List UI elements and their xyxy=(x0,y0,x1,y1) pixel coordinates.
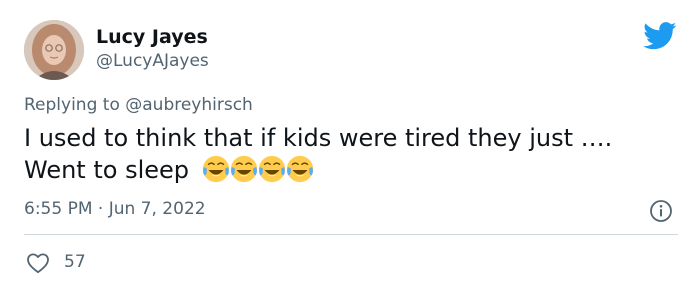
tweet-line-2: Went to sleep xyxy=(24,154,674,186)
tweet-line-2-text: Went to sleep xyxy=(24,156,189,184)
replying-to: Replying to @aubreyhirsch xyxy=(24,95,253,115)
reply-mention-link[interactable]: @aubreyhirsch xyxy=(125,95,253,115)
author-handle[interactable]: @LucyAJayes xyxy=(96,51,209,71)
tweet-timestamp[interactable]: 6:55 PM · Jun 7, 2022 xyxy=(24,199,206,219)
tears-of-joy-emoji-icon xyxy=(258,155,285,183)
tweet-line-1: I used to think that if kids were tired … xyxy=(24,124,613,152)
avatar[interactable] xyxy=(24,20,84,80)
like-count[interactable]: 57 xyxy=(64,252,86,272)
info-icon[interactable] xyxy=(649,199,673,223)
tears-of-joy-emoji-icon xyxy=(286,155,313,183)
meta-separator: · xyxy=(92,199,109,219)
tweet-text: I used to think that if kids were tired … xyxy=(24,122,674,186)
twitter-bird-icon[interactable] xyxy=(643,22,677,50)
heart-icon[interactable] xyxy=(26,252,50,274)
replying-to-prefix: Replying to xyxy=(24,95,126,115)
tweet-time[interactable]: 6:55 PM xyxy=(24,199,93,219)
author-name[interactable]: Lucy Jayes xyxy=(96,26,208,48)
tweet-card: Lucy Jayes @LucyAJayes Replying to @aubr… xyxy=(0,0,700,288)
tears-of-joy-emoji-icon xyxy=(230,155,257,183)
profile-photo-icon xyxy=(24,20,84,80)
tweet-date[interactable]: Jun 7, 2022 xyxy=(109,199,206,219)
divider xyxy=(24,234,678,235)
emoji-row xyxy=(197,155,315,184)
tears-of-joy-emoji-icon xyxy=(202,155,229,183)
